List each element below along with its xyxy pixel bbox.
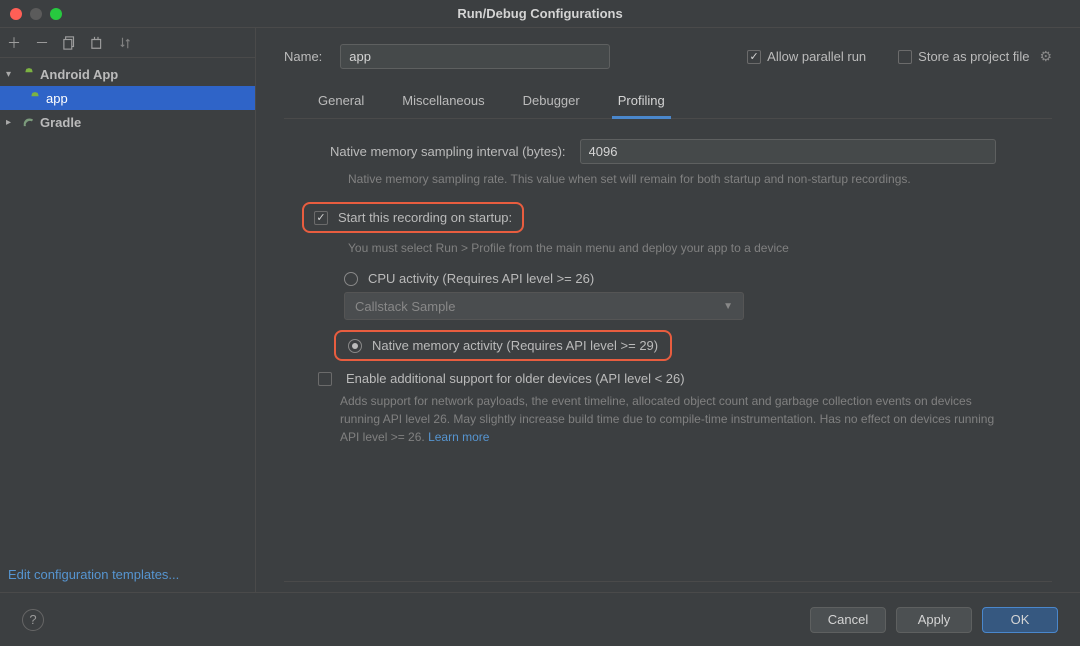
tab-miscellaneous[interactable]: Miscellaneous bbox=[396, 83, 490, 118]
select-value: Callstack Sample bbox=[355, 299, 455, 314]
sidebar-toolbar: ＋ － bbox=[0, 28, 255, 58]
checkbox-checked-icon bbox=[747, 50, 761, 64]
store-project-checkbox[interactable]: Store as project file ⚙ bbox=[898, 48, 1052, 65]
gear-icon[interactable]: ⚙ bbox=[1039, 48, 1052, 65]
android-icon bbox=[22, 67, 36, 81]
start-recording-label: Start this recording on startup: bbox=[338, 210, 512, 225]
tab-general[interactable]: General bbox=[312, 83, 370, 118]
tree-item-app[interactable]: app bbox=[0, 86, 255, 110]
minimize-window-icon bbox=[30, 8, 42, 20]
tab-debugger[interactable]: Debugger bbox=[517, 83, 586, 118]
remove-config-icon[interactable]: － bbox=[34, 35, 50, 51]
profiling-content: Native memory sampling interval (bytes):… bbox=[284, 119, 1052, 582]
enable-older-checkbox[interactable] bbox=[318, 372, 332, 386]
chevron-down-icon: ▼ bbox=[723, 301, 733, 312]
tree-item-android-app[interactable]: ▾ Android App bbox=[0, 62, 255, 86]
dialog-footer: ? Cancel Apply OK bbox=[0, 592, 1080, 646]
tab-bar: General Miscellaneous Debugger Profiling bbox=[284, 83, 1052, 119]
name-label: Name: bbox=[284, 49, 322, 64]
enable-older-label: Enable additional support for older devi… bbox=[346, 371, 685, 386]
sampling-interval-label: Native memory sampling interval (bytes): bbox=[330, 144, 566, 159]
save-config-icon[interactable] bbox=[90, 35, 106, 51]
window-controls bbox=[0, 8, 62, 20]
add-config-icon[interactable]: ＋ bbox=[6, 35, 22, 51]
config-tree: ▾ Android App app ▸ bbox=[0, 58, 255, 557]
radio-cpu-label: CPU activity (Requires API level >= 26) bbox=[368, 271, 594, 286]
start-recording-hint: You must select Run > Profile from the m… bbox=[348, 239, 996, 257]
ok-button[interactable]: OK bbox=[982, 607, 1058, 633]
checkbox-icon bbox=[898, 50, 912, 64]
window-title: Run/Debug Configurations bbox=[0, 6, 1080, 21]
radio-cpu-activity[interactable]: CPU activity (Requires API level >= 26) bbox=[344, 271, 996, 286]
close-window-icon[interactable] bbox=[10, 8, 22, 20]
radio-unchecked-icon bbox=[344, 272, 358, 286]
main-panel: Name: Allow parallel run Store as projec… bbox=[256, 28, 1080, 592]
chevron-down-icon: ▾ bbox=[6, 69, 18, 80]
radio-native-label: Native memory activity (Requires API lev… bbox=[372, 338, 658, 353]
sort-config-icon[interactable] bbox=[118, 35, 134, 51]
radio-native-memory[interactable] bbox=[348, 339, 362, 353]
titlebar: Run/Debug Configurations bbox=[0, 0, 1080, 28]
learn-more-link[interactable]: Learn more bbox=[428, 430, 489, 444]
gradle-icon bbox=[22, 115, 36, 129]
configurations-dialog: Run/Debug Configurations ＋ － ▾ bbox=[0, 0, 1080, 646]
highlight-native-memory: Native memory activity (Requires API lev… bbox=[334, 330, 672, 361]
allow-parallel-checkbox[interactable]: Allow parallel run bbox=[747, 49, 866, 64]
name-input[interactable] bbox=[340, 44, 610, 69]
edit-templates-link[interactable]: Edit configuration templates... bbox=[8, 567, 179, 582]
highlight-start-recording: Start this recording on startup: bbox=[302, 202, 524, 233]
sidebar: ＋ － ▾ Android App bbox=[0, 28, 256, 592]
sampling-hint: Native memory sampling rate. This value … bbox=[348, 170, 996, 188]
help-button[interactable]: ? bbox=[22, 609, 44, 631]
tree-item-label: app bbox=[46, 91, 68, 106]
store-project-label: Store as project file bbox=[918, 49, 1029, 64]
sampling-interval-input[interactable] bbox=[580, 139, 996, 164]
android-icon bbox=[28, 91, 42, 105]
maximize-window-icon[interactable] bbox=[50, 8, 62, 20]
cancel-button[interactable]: Cancel bbox=[810, 607, 886, 633]
apply-button[interactable]: Apply bbox=[896, 607, 972, 633]
tree-item-label: Android App bbox=[40, 67, 118, 82]
copy-config-icon[interactable] bbox=[62, 35, 78, 51]
tree-item-label: Gradle bbox=[40, 115, 81, 130]
tree-item-gradle[interactable]: ▸ Gradle bbox=[0, 110, 255, 134]
start-recording-checkbox[interactable] bbox=[314, 211, 328, 225]
chevron-right-icon: ▸ bbox=[6, 117, 18, 128]
cpu-profile-select: Callstack Sample ▼ bbox=[344, 292, 744, 320]
allow-parallel-label: Allow parallel run bbox=[767, 49, 866, 64]
tab-profiling[interactable]: Profiling bbox=[612, 83, 671, 118]
